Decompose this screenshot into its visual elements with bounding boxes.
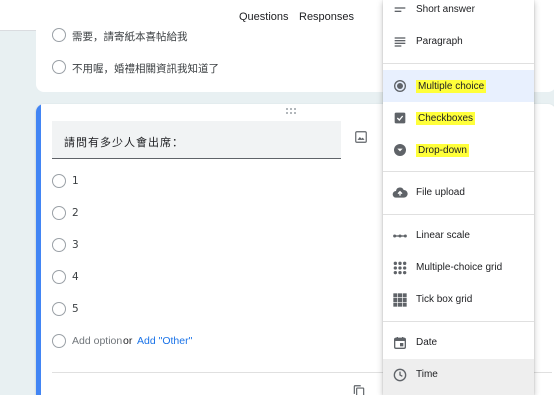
menu-item-linear-scale[interactable]: Linear scale	[383, 220, 534, 252]
menu-separator	[383, 171, 534, 172]
clock-icon	[393, 368, 407, 382]
grid-dots-icon	[393, 261, 407, 275]
question-title-field[interactable]: 請問有多少人會出席：	[52, 121, 341, 159]
option-label[interactable]: 2	[72, 207, 79, 219]
option-label[interactable]: 5	[72, 303, 79, 315]
tick-grid-icon	[393, 293, 407, 307]
menu-item-label: Drop-down	[416, 144, 469, 157]
menu-item-file-upload[interactable]: File upload	[383, 177, 534, 209]
radio-option[interactable]	[52, 302, 66, 316]
linear-scale-icon	[393, 234, 407, 238]
option-label: 不用喔，婚禮相關資訊我知道了	[72, 63, 219, 75]
radio-option-placeholder	[52, 334, 66, 348]
menu-separator	[383, 63, 534, 64]
menu-item-time[interactable]: Time	[383, 359, 534, 395]
cloud-upload-icon	[392, 187, 408, 198]
drag-handle-icon[interactable]	[286, 108, 300, 116]
menu-item-label: Date	[416, 337, 438, 348]
menu-item-label: Multiple choice	[416, 80, 487, 93]
menu-item-label: Checkboxes	[416, 112, 476, 125]
menu-item-label: Short answer	[416, 4, 475, 15]
radio-button-icon	[394, 80, 406, 92]
paragraph-icon	[394, 37, 406, 47]
add-image-icon[interactable]	[354, 130, 368, 144]
radio-option[interactable]	[52, 206, 66, 220]
menu-item-date[interactable]: Date	[383, 327, 534, 359]
menu-item-multiple-choice-grid[interactable]: Multiple-choice grid	[383, 252, 534, 284]
active-card-accent	[36, 104, 41, 395]
menu-item-tick-box-grid[interactable]: Tick box grid	[383, 284, 534, 316]
question-type-menu: Short answer Paragraph Multiple choice C…	[383, 0, 534, 395]
dropdown-circle-icon	[394, 144, 406, 156]
duplicate-icon[interactable]	[352, 384, 366, 395]
menu-item-short-answer[interactable]: Short answer	[383, 0, 534, 26]
menu-separator	[383, 214, 534, 215]
or-text: or	[123, 335, 133, 347]
option-label[interactable]: 3	[72, 239, 79, 251]
option-label[interactable]: 1	[72, 175, 79, 187]
option-label[interactable]: 4	[72, 271, 79, 283]
menu-item-label: File upload	[416, 187, 465, 198]
menu-item-label: Linear scale	[416, 230, 470, 241]
calendar-icon	[394, 337, 406, 349]
radio-option[interactable]	[52, 28, 66, 42]
short-answer-icon	[394, 7, 406, 12]
menu-item-paragraph[interactable]: Paragraph	[383, 26, 534, 58]
radio-option[interactable]	[52, 60, 66, 74]
question-title: 請問有多少人會出席：	[64, 136, 184, 149]
menu-item-label: Paragraph	[416, 36, 463, 47]
menu-item-checkboxes[interactable]: Checkboxes	[383, 102, 534, 134]
menu-item-label: Multiple-choice grid	[416, 262, 503, 273]
add-other-link[interactable]: Add "Other"	[137, 335, 192, 347]
radio-option[interactable]	[52, 238, 66, 252]
menu-item-multiple-choice[interactable]: Multiple choice	[383, 70, 534, 102]
menu-item-label: Time	[416, 369, 438, 380]
menu-separator	[383, 321, 534, 322]
option-label: 需要，請寄紙本喜帖給我	[72, 31, 188, 43]
add-option-link[interactable]: Add option	[72, 335, 122, 347]
radio-option[interactable]	[52, 270, 66, 284]
radio-option[interactable]	[52, 174, 66, 188]
menu-item-drop-down[interactable]: Drop-down	[383, 134, 534, 166]
menu-item-label: Tick box grid	[416, 294, 473, 305]
checkbox-icon	[394, 112, 406, 124]
